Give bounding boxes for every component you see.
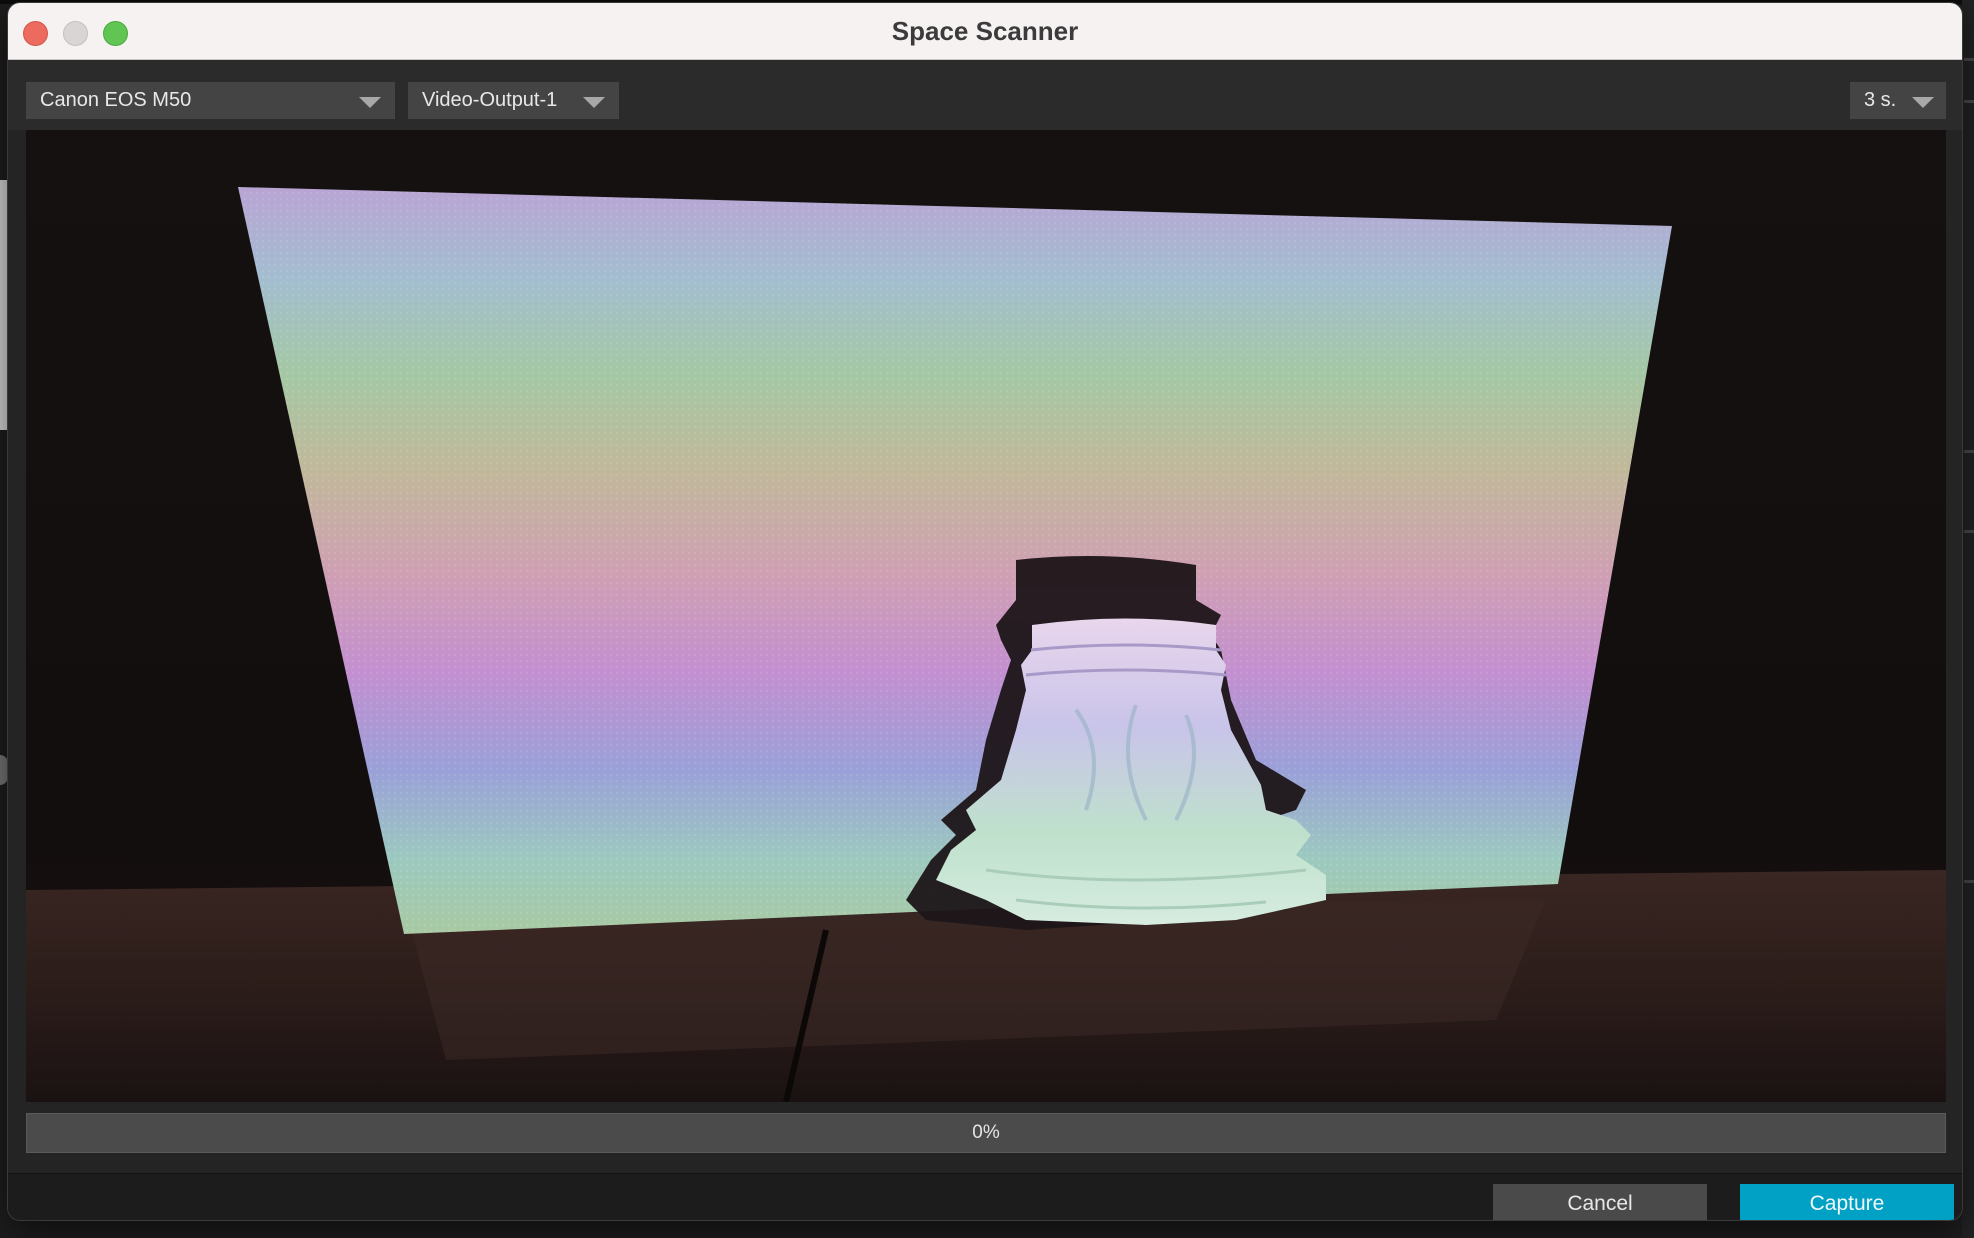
toolbar: Canon EOS M50 Video-Output-1 3 s.: [8, 60, 1962, 130]
cancel-button[interactable]: Cancel: [1493, 1184, 1707, 1220]
camera-preview: [26, 130, 1946, 1102]
delay-select-value: 3 s.: [1864, 89, 1897, 111]
progress-text: 0%: [972, 1122, 1000, 1143]
background-tick: [1964, 880, 1974, 883]
capture-button[interactable]: Capture: [1740, 1184, 1954, 1220]
space-scanner-window: Space Scanner Canon EOS M50 Video-Output…: [8, 3, 1962, 1220]
desktop-background-handle: [0, 755, 8, 785]
chevron-down-icon: [583, 97, 605, 108]
background-tick: [1964, 58, 1974, 61]
titlebar: Space Scanner: [8, 3, 1962, 60]
camera-select[interactable]: Canon EOS M50: [26, 82, 395, 119]
output-select-value: Video-Output-1: [422, 89, 558, 111]
camera-select-value: Canon EOS M50: [40, 89, 192, 111]
desktop-background-window: [1962, 0, 1974, 1238]
output-select[interactable]: Video-Output-1: [408, 82, 619, 119]
chevron-down-icon: [359, 97, 381, 108]
background-tick: [1964, 450, 1974, 453]
delay-select[interactable]: 3 s.: [1850, 82, 1946, 119]
chevron-down-icon: [1912, 97, 1934, 108]
progress-bar: 0%: [26, 1113, 1946, 1153]
background-tick: [1964, 100, 1974, 103]
window-title: Space Scanner: [891, 16, 1079, 46]
background-tick: [1964, 530, 1974, 533]
camera-preview-image: [26, 130, 1946, 1102]
desktop-background-panel: [0, 180, 8, 430]
footer: Cancel Capture: [8, 1173, 1962, 1220]
